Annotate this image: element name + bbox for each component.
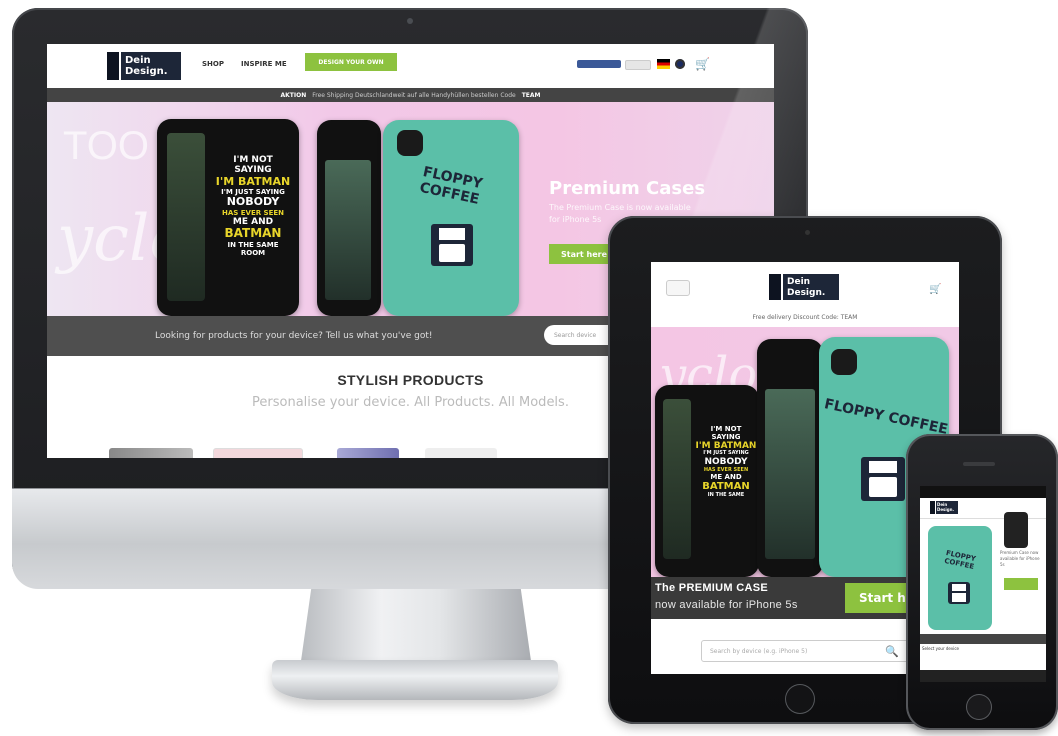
premium-case-subtitle: now available for iPhone 5s: [655, 599, 798, 611]
mobile-screen: Dein Design. FLOPPY COFFEE Premium Case …: [920, 486, 1046, 682]
cart-icon[interactable]: 🛒: [929, 284, 941, 295]
imac-stand-neck: [300, 586, 532, 668]
premium-case-title: The PREMIUM CASE: [655, 582, 768, 594]
iphone-speaker: [963, 462, 995, 466]
tablet-nav: Dein Design. 🛒: [651, 262, 959, 310]
mobile-side-text: Premium Case now available for iPhone 5s: [1000, 550, 1040, 567]
menu-icon[interactable]: [666, 280, 690, 296]
floppy-coffee-title: FLOPPY COFFEE: [418, 164, 484, 208]
iphone-home-button[interactable]: [966, 694, 992, 720]
facebook-like-button[interactable]: [577, 60, 621, 68]
imac-camera: [407, 18, 413, 24]
phone-batman-case: I'M NOT SAYING I'M BATMAN I'M JUST SAYIN…: [157, 119, 299, 316]
nav-shop[interactable]: SHOP: [202, 60, 224, 68]
phone-front: [757, 339, 823, 577]
brand-logo[interactable]: Dein Design.: [930, 501, 958, 514]
mobile-status-bar: [920, 486, 1046, 498]
tablet-promo-text: Free delivery Discount Code: TEAM: [752, 314, 858, 321]
phone-thumb[interactable]: [1004, 512, 1028, 548]
floppy-coffee-title: FLOPPY COFFEE: [822, 396, 950, 438]
mobile-device-select[interactable]: Select your device: [922, 646, 990, 654]
product-thumb[interactable]: [109, 448, 193, 458]
floppy-coffee-title: FLOPPY COFFEE: [943, 549, 977, 571]
design-your-own-button[interactable]: DESIGN YOUR OWN: [305, 53, 397, 71]
device-search-prompt: Looking for products for your device? Te…: [155, 331, 433, 341]
mobile-start-button[interactable]: [1004, 578, 1038, 590]
phone-batman-case: I'M NOT SAYING I'M BATMAN I'M JUST SAYIN…: [655, 385, 759, 577]
tablet-device-search-input[interactable]: Search by device (e.g. iPhone 5): [701, 640, 909, 662]
imac-stand-base: [272, 660, 558, 700]
product-thumb[interactable]: [337, 448, 399, 458]
phone-front: [317, 120, 381, 316]
ipad-home-button[interactable]: [785, 684, 815, 714]
product-thumb[interactable]: [425, 448, 497, 458]
mobile-browser-toolbar: [920, 670, 1046, 682]
floppy-disk-icon: [948, 582, 970, 604]
brand-logo[interactable]: Dein Design.: [107, 52, 181, 80]
ipad-camera: [805, 230, 810, 235]
floppy-disk-icon: [861, 457, 905, 501]
product-thumb[interactable]: [213, 448, 303, 458]
search-icon[interactable]: 🔍: [881, 642, 903, 660]
batman-case-text: I'M NOT SAYING I'M BATMAN I'M JUST SAYIN…: [695, 425, 757, 498]
teal-floppy-case: FLOPPY COFFEE: [928, 526, 992, 630]
brand-logo[interactable]: Dein Design.: [769, 274, 839, 300]
floppy-disk-icon: [431, 224, 473, 266]
mobile-search-bar: [920, 634, 1046, 644]
nav-inspire-me[interactable]: INSPIRE ME: [241, 60, 287, 68]
batman-case-text: I'M NOT SAYING I'M BATMAN I'M JUST SAYIN…: [215, 155, 291, 258]
teal-floppy-case: FLOPPY COFFEE: [383, 120, 519, 316]
